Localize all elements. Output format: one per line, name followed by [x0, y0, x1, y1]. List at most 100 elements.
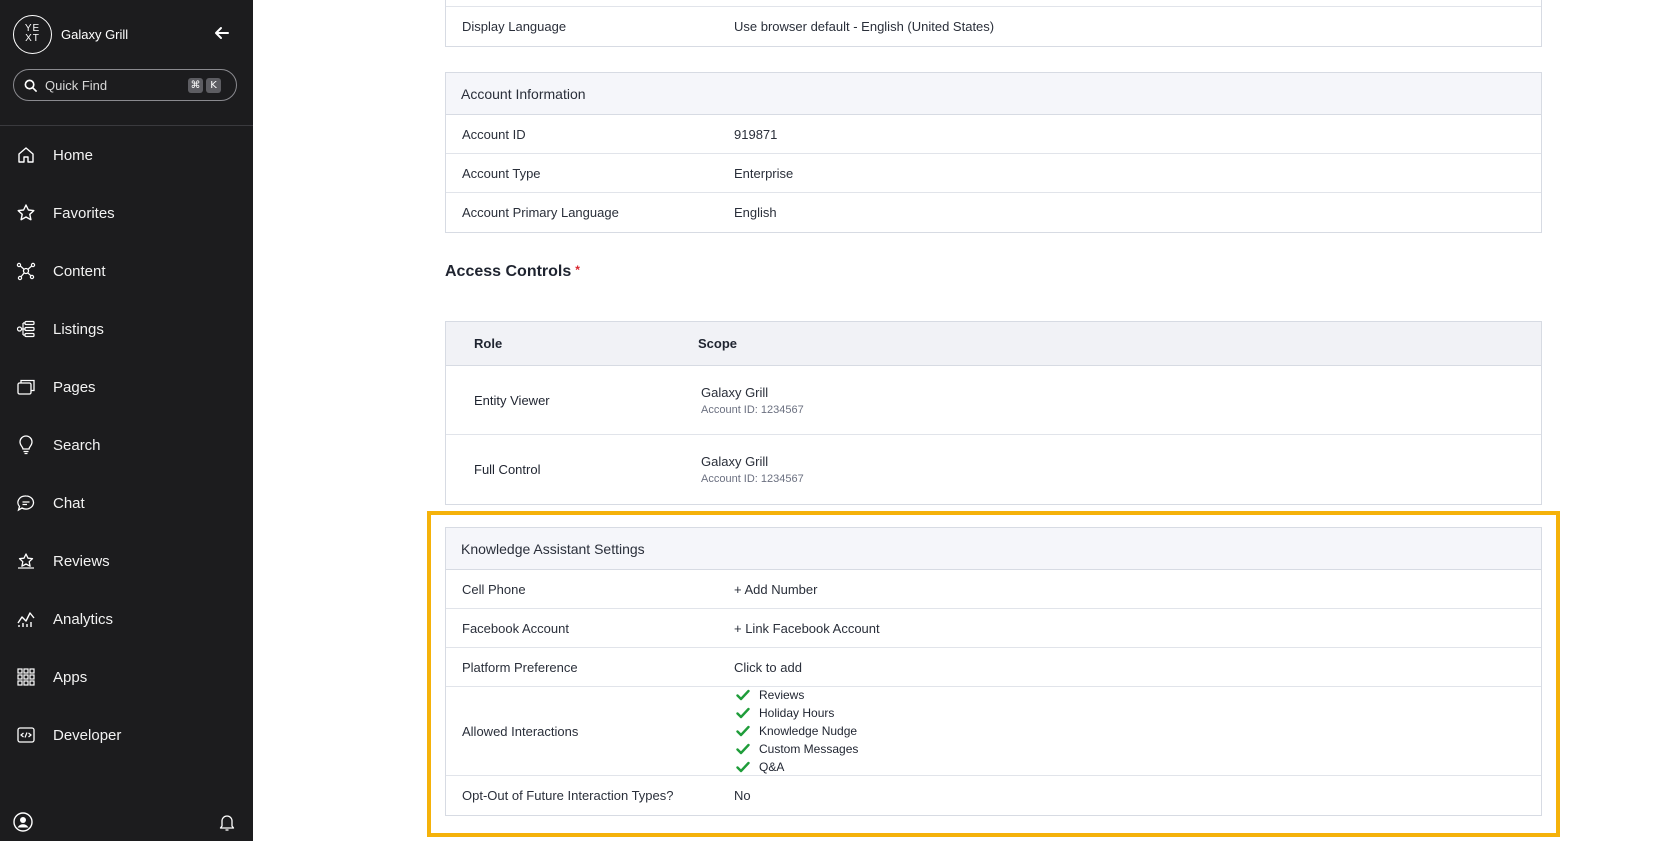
content-icon: [15, 260, 37, 282]
analytics-icon: [15, 608, 37, 630]
sidebar-item-analytics[interactable]: Analytics: [0, 590, 253, 648]
sidebar-item-apps[interactable]: Apps: [0, 648, 253, 706]
listings-icon: [15, 318, 37, 340]
sidebar-item-home[interactable]: Home: [0, 126, 253, 184]
account-name: Galaxy Grill: [61, 26, 129, 42]
developer-icon: [15, 724, 37, 746]
scope-cell: Galaxy Grill Account ID: 1234567: [701, 454, 804, 485]
sidebar-item-search[interactable]: Search: [0, 416, 253, 474]
facebook-row: Facebook Account + Link Facebook Account: [446, 609, 1541, 648]
collapse-sidebar-button[interactable]: [212, 23, 232, 43]
sidebar-item-listings[interactable]: Listings: [0, 300, 253, 358]
scope-cell: Galaxy Grill Account ID: 1234567: [701, 385, 804, 416]
list-item: Q&A: [734, 758, 858, 776]
sidebar: YEXT Galaxy Grill ⌘ K Home Favorites Con…: [0, 0, 253, 841]
sidebar-item-label: Analytics: [53, 610, 114, 628]
lightbulb-icon: [15, 434, 37, 456]
account-id-label: Account ID: [462, 126, 526, 142]
interaction-name: Q&A: [759, 760, 785, 774]
column-role: Role: [474, 336, 503, 351]
required-mark: *: [575, 263, 580, 277]
apps-grid-icon: [15, 666, 37, 688]
optout-label: Opt-Out of Future Interaction Types?: [462, 788, 674, 803]
brand[interactable]: YEXT Galaxy Grill: [13, 14, 128, 54]
display-language-label: Display Language: [462, 19, 567, 34]
sidebar-footer: [0, 808, 253, 838]
account-language-value: English: [734, 205, 777, 220]
checkmark-icon: [736, 707, 750, 719]
optout-row: Opt-Out of Future Interaction Types? No: [446, 776, 1541, 815]
access-controls-title-text: Access Controls: [445, 263, 572, 280]
table-row[interactable]: Full Control Galaxy Grill Account ID: 12…: [446, 435, 1541, 504]
sidebar-item-chat[interactable]: Chat: [0, 474, 253, 532]
platform-preference-row: Platform Preference Click to add: [446, 648, 1541, 687]
sidebar-item-pages[interactable]: Pages: [0, 358, 253, 416]
allowed-interactions-list: Reviews Holiday Hours Knowledge Nudge Cu…: [734, 681, 858, 781]
optout-value[interactable]: No: [734, 788, 751, 803]
sidebar-item-label: Listings: [53, 320, 104, 338]
interaction-name: Custom Messages: [759, 742, 859, 756]
chat-icon: [15, 492, 37, 514]
logo-text: YEXT: [24, 23, 41, 44]
cell-phone-row: Cell Phone + Add Number: [446, 570, 1541, 609]
account-type-row: Account Type Enterprise: [446, 154, 1541, 193]
sidebar-item-label: Home: [53, 146, 94, 164]
platform-preference-value[interactable]: Click to add: [734, 660, 802, 675]
sidebar-item-favorites[interactable]: Favorites: [0, 184, 253, 242]
quick-find[interactable]: ⌘ K: [13, 69, 237, 101]
allowed-interactions-label: Allowed Interactions: [462, 723, 579, 739]
add-number-link[interactable]: + Add Number: [734, 582, 817, 597]
preferences-panel: Display Language Use browser default - E…: [445, 0, 1542, 47]
list-item: Holiday Hours: [734, 704, 858, 722]
link-facebook-link[interactable]: + Link Facebook Account: [734, 621, 880, 636]
shortcut-key-k: K: [206, 77, 221, 93]
interaction-name: Knowledge Nudge: [759, 724, 858, 738]
notification-bell-icon[interactable]: [217, 812, 237, 832]
preferences-row-cut: [446, 0, 1541, 7]
account-language-label: Account Primary Language: [462, 205, 619, 220]
display-language-value: Use browser default - English (United St…: [734, 19, 995, 34]
sidebar-item-reviews[interactable]: Reviews: [0, 532, 253, 590]
arrow-left-icon: [215, 27, 229, 39]
account-id-row: Account ID 919871: [446, 115, 1541, 154]
list-item: Custom Messages: [734, 740, 858, 758]
access-controls-header: Role Scope: [446, 322, 1541, 366]
access-controls-table: Role Scope Entity Viewer Galaxy Grill Ac…: [445, 321, 1542, 505]
sidebar-item-label: Apps: [53, 668, 88, 686]
display-language-row[interactable]: Display Language Use browser default - E…: [446, 7, 1541, 46]
search-icon: [24, 79, 37, 92]
list-item: Knowledge Nudge: [734, 722, 858, 740]
facebook-label: Facebook Account: [462, 620, 569, 636]
home-icon: [15, 144, 37, 166]
interaction-name: Holiday Hours: [759, 706, 835, 720]
user-avatar-icon[interactable]: [13, 812, 33, 832]
sidebar-item-label: Chat: [53, 494, 85, 512]
knowledge-assistant-panel: Knowledge Assistant Settings Cell Phone …: [445, 527, 1542, 816]
list-item: Reviews: [734, 686, 858, 704]
checkmark-icon: [736, 689, 750, 701]
quick-find-input[interactable]: [45, 77, 185, 93]
knowledge-assistant-title: Knowledge Assistant Settings: [446, 528, 1541, 570]
scope-name: Galaxy Grill: [701, 454, 769, 469]
role-name: Full Control: [474, 462, 541, 477]
sidebar-item-content[interactable]: Content: [0, 242, 253, 300]
platform-preference-label: Platform Preference: [462, 659, 578, 675]
sidebar-item-label: Search: [53, 436, 101, 454]
star-icon: [15, 202, 37, 224]
sidebar-item-developer[interactable]: Developer: [0, 706, 253, 764]
account-information-title: Account Information: [446, 73, 1541, 115]
sidebar-item-label: Pages: [53, 378, 96, 396]
interaction-name: Reviews: [759, 688, 805, 702]
pages-icon: [15, 376, 37, 398]
checkmark-icon: [736, 761, 750, 773]
table-row[interactable]: Entity Viewer Galaxy Grill Account ID: 1…: [446, 366, 1541, 435]
cell-phone-label: Cell Phone: [462, 581, 526, 597]
shortcut-key-cmd: ⌘: [188, 77, 203, 93]
sidebar-item-label: Reviews: [53, 552, 110, 570]
account-id-value: 919871: [734, 126, 778, 142]
sidebar-item-label: Developer: [53, 726, 122, 744]
scope-account-id: Account ID: 1234567: [701, 473, 804, 485]
reviews-icon: [15, 550, 37, 572]
sidebar-nav: Home Favorites Content Listings Pages Se…: [0, 126, 253, 764]
scope-account-id: Account ID: 1234567: [701, 403, 804, 416]
